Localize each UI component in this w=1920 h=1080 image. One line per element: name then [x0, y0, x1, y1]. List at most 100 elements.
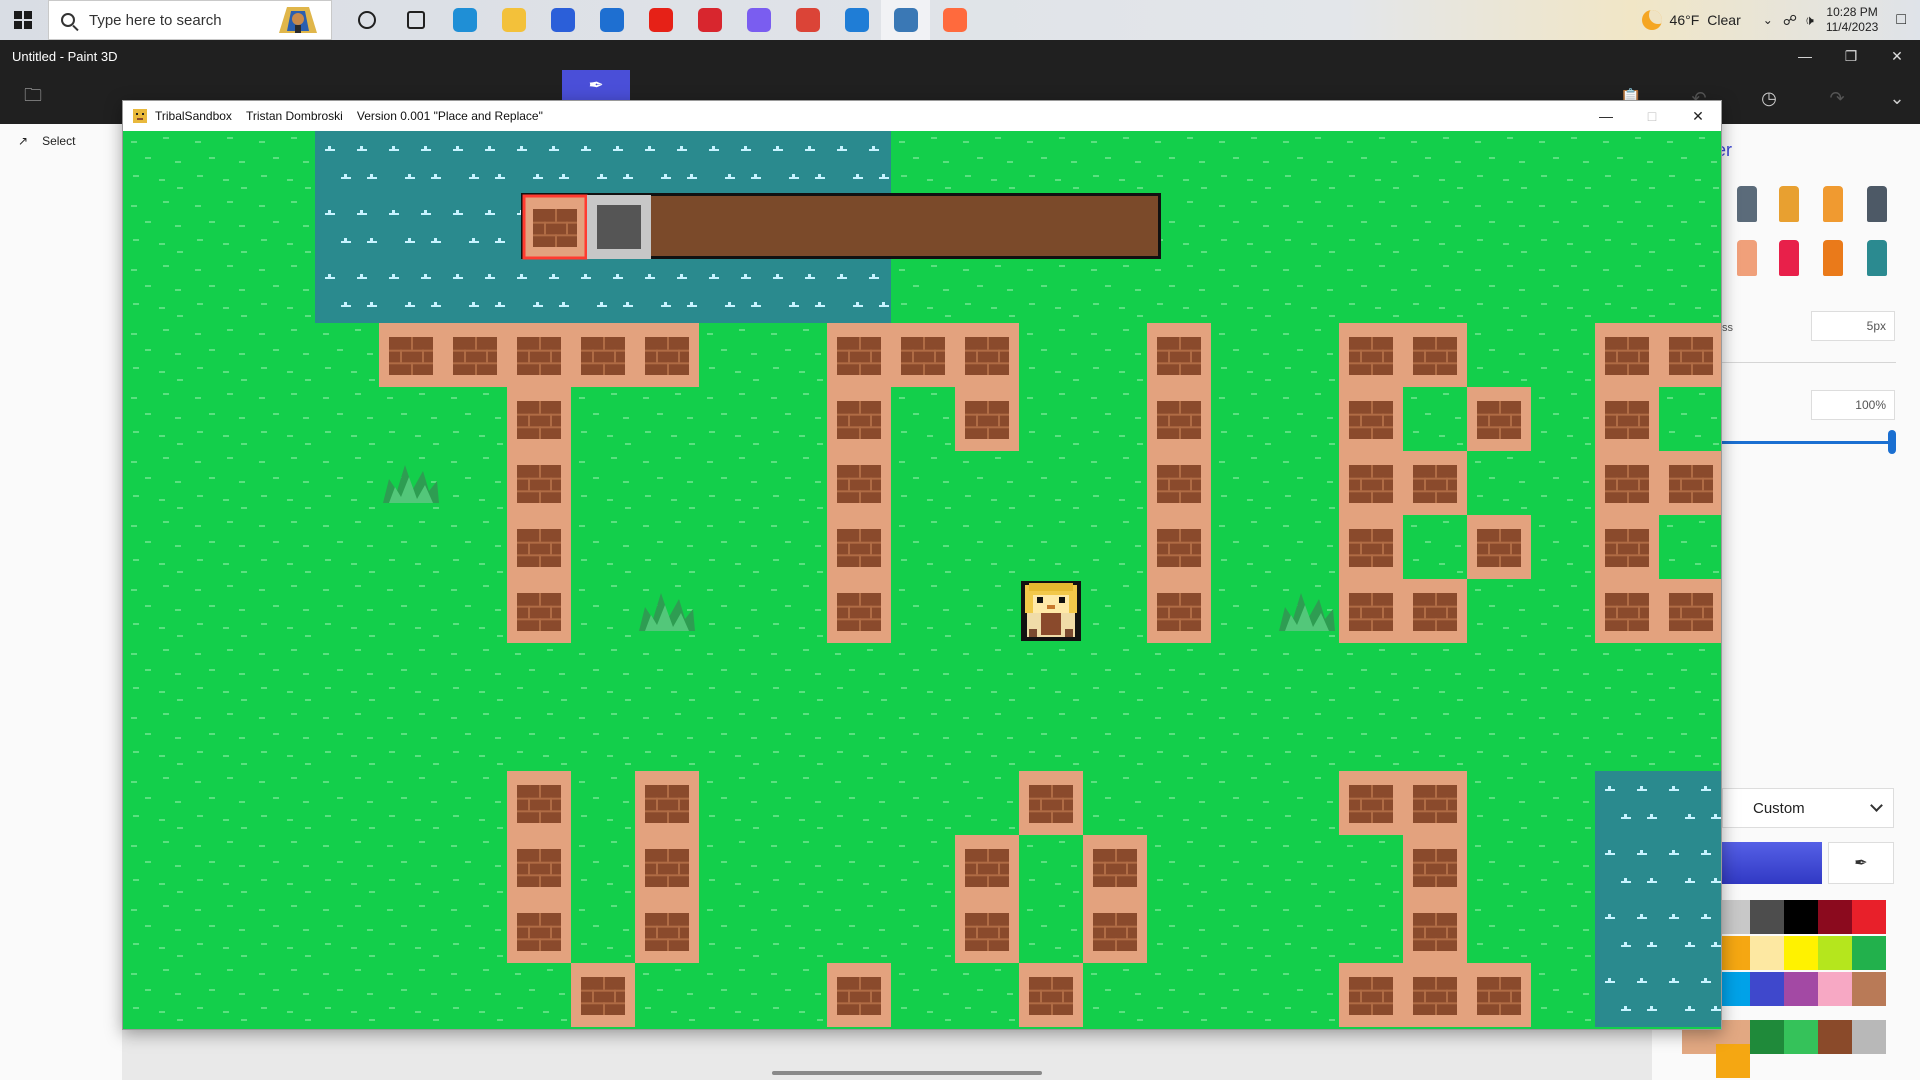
- eyedropper-icon[interactable]: ✒: [1828, 842, 1894, 884]
- palette-swatch[interactable]: [1784, 972, 1818, 1006]
- brick-wall-tile: [1403, 771, 1467, 835]
- palette-swatch[interactable]: [1750, 972, 1784, 1006]
- game-close-button[interactable]: ✕: [1675, 101, 1721, 131]
- color-mode-dropdown[interactable]: Custom: [1722, 788, 1894, 828]
- marker-brush-icon[interactable]: [1737, 186, 1757, 222]
- file-explorer-icon[interactable]: [489, 0, 538, 40]
- python-icon[interactable]: [881, 0, 930, 40]
- palette-swatch[interactable]: [1750, 936, 1784, 970]
- edge-icon[interactable]: [440, 0, 489, 40]
- palette-swatch[interactable]: [1818, 936, 1852, 970]
- game-maximize-button[interactable]: □: [1629, 101, 1675, 131]
- spray-can-icon[interactable]: [1823, 240, 1843, 276]
- volume-icon[interactable]: 🕩: [1805, 12, 1814, 29]
- water-tile: [379, 131, 443, 195]
- notification-icon[interactable]: □: [1896, 11, 1906, 29]
- opacity-slider-track[interactable]: [1722, 441, 1892, 444]
- game-minimize-button[interactable]: —: [1583, 101, 1629, 131]
- start-button[interactable]: [0, 0, 46, 40]
- palette-swatch[interactable]: [1750, 1020, 1784, 1054]
- palette-swatch[interactable]: [1852, 900, 1886, 934]
- water-tile: [1659, 899, 1721, 963]
- brick-wall-tile: [827, 963, 891, 1027]
- watercolor-icon[interactable]: [1867, 186, 1887, 222]
- brick-wall-tile: [507, 451, 571, 515]
- pixel-pen-icon[interactable]: [1737, 240, 1757, 276]
- water-tile: [315, 259, 379, 323]
- brick-wall-tile: [1467, 387, 1531, 451]
- brick-wall-tile: [827, 579, 891, 643]
- vscode-icon[interactable]: [832, 0, 881, 40]
- taskbar-clock[interactable]: 10:28 PM 11/4/2023: [1826, 5, 1879, 35]
- hotbar-slot-stone[interactable]: [587, 195, 651, 259]
- game-canvas[interactable]: [123, 131, 1721, 1029]
- tray-chevron-icon[interactable]: ⌄: [1763, 13, 1773, 27]
- palette-swatch[interactable]: [1818, 1020, 1852, 1054]
- copilot-icon[interactable]: [734, 0, 783, 40]
- menu-folder-icon[interactable]: 🗀: [10, 72, 56, 124]
- red-app-icon[interactable]: [685, 0, 734, 40]
- palette-swatch[interactable]: [1852, 972, 1886, 1006]
- palette-swatch[interactable]: [1852, 1020, 1886, 1054]
- calligraphy-pen-icon[interactable]: [1779, 186, 1799, 222]
- water-tile: [443, 131, 507, 195]
- water-tile: [635, 259, 699, 323]
- paint3d-minimize-button[interactable]: —: [1782, 40, 1828, 72]
- brick-wall-tile: [827, 515, 891, 579]
- fill-bucket-icon[interactable]: [1867, 240, 1887, 276]
- network-icon[interactable]: ☍: [1783, 12, 1797, 29]
- paint3d-icon[interactable]: [930, 0, 979, 40]
- opacity-slider-handle[interactable]: [1888, 430, 1896, 454]
- task-view-icon[interactable]: [391, 0, 440, 40]
- water-tile: [1659, 835, 1721, 899]
- expand-chevron-icon[interactable]: ⌄: [1874, 72, 1920, 124]
- game-title-bar[interactable]: TribalSandbox Tristan Dombroski Version …: [123, 101, 1721, 131]
- palette-swatch[interactable]: [1750, 900, 1784, 934]
- brushes-tool-button[interactable]: ✒: [562, 70, 630, 100]
- paint3d-close-button[interactable]: ✕: [1874, 40, 1920, 72]
- brick-wall-tile: [1659, 451, 1721, 515]
- palette-swatch[interactable]: [1784, 900, 1818, 934]
- palette-swatch[interactable]: [1784, 1020, 1818, 1054]
- youtube-icon[interactable]: [636, 0, 685, 40]
- search-icon: [61, 13, 75, 27]
- brick-wall-tile: [1083, 835, 1147, 899]
- water-tile: [1595, 771, 1659, 835]
- taskbar-search-box[interactable]: Type here to search: [48, 0, 332, 40]
- brick-wall-tile: [1147, 515, 1211, 579]
- game-world-map[interactable]: [123, 131, 1721, 1029]
- water-tile: [507, 259, 571, 323]
- pencil-icon[interactable]: [1779, 240, 1799, 276]
- brick-wall-tile: [1467, 963, 1531, 1027]
- palette-swatch[interactable]: [1716, 1044, 1750, 1078]
- water-tile: [379, 259, 443, 323]
- chrome-icon[interactable]: [783, 0, 832, 40]
- mail-icon[interactable]: [587, 0, 636, 40]
- water-tile: [699, 259, 763, 323]
- brick-wall-tile: [1403, 451, 1467, 515]
- palette-swatch[interactable]: [1784, 936, 1818, 970]
- water-tile: [315, 195, 379, 259]
- thickness-input[interactable]: 5px: [1811, 311, 1895, 341]
- paint3d-restore-button[interactable]: ❐: [1828, 40, 1874, 72]
- water-tile: [1595, 899, 1659, 963]
- palette-swatch[interactable]: [1852, 936, 1886, 970]
- select-tool[interactable]: ↗ Select: [18, 134, 75, 148]
- hotbar-slot-brick-wall[interactable]: [523, 195, 587, 259]
- palette-swatch[interactable]: [1818, 900, 1852, 934]
- current-color-swatch[interactable]: [1722, 842, 1822, 884]
- thickness-label: ss: [1722, 322, 1733, 334]
- brick-wall-tile: [1595, 515, 1659, 579]
- redo-icon[interactable]: ↷: [1814, 72, 1860, 124]
- brick-wall-tile: [635, 771, 699, 835]
- palette-swatch[interactable]: [1818, 972, 1852, 1006]
- store-icon[interactable]: [538, 0, 587, 40]
- history-icon[interactable]: ◷: [1746, 72, 1792, 124]
- oil-brush-icon[interactable]: [1823, 186, 1843, 222]
- brick-wall-tile: [1403, 835, 1467, 899]
- weather-moon-icon: [1641, 10, 1662, 30]
- cortana-icon[interactable]: [342, 0, 391, 40]
- brick-wall-tile: [827, 387, 891, 451]
- brick-wall-tile: [1147, 579, 1211, 643]
- opacity-input[interactable]: 100%: [1811, 390, 1895, 420]
